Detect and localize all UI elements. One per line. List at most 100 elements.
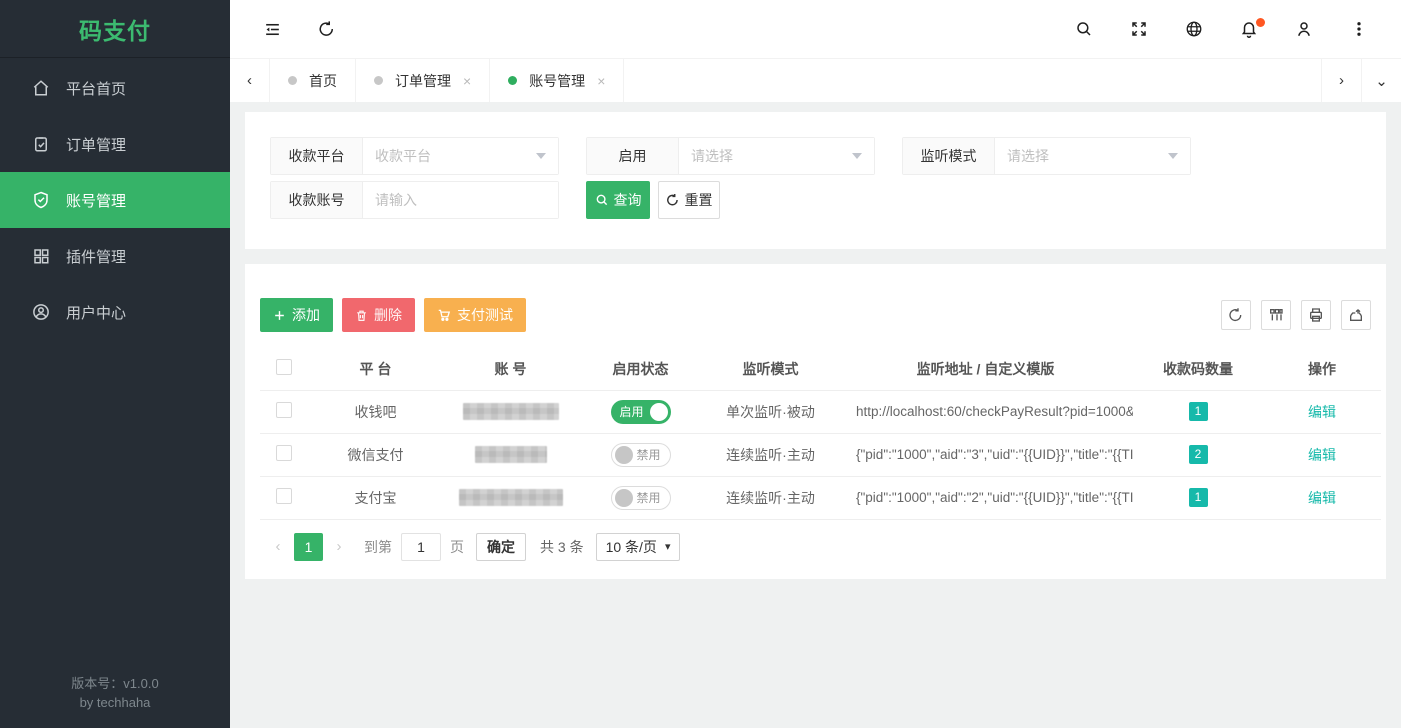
tabs-menu-chevron-icon[interactable]: ⌄ <box>1361 59 1401 102</box>
reset-button-label: 重置 <box>685 190 713 210</box>
status-toggle[interactable]: 启用 <box>611 400 671 424</box>
add-button[interactable]: 添加 <box>260 298 333 332</box>
cell-address: {"pid":"1000","aid":"3","uid":"{{UID}}",… <box>838 433 1133 476</box>
edit-link[interactable]: 编辑 <box>1308 404 1336 420</box>
order-clipboard-icon <box>32 135 50 153</box>
filter-platform-select[interactable]: 收款平台 <box>363 138 558 174</box>
sidebar-item-user-center[interactable]: 用户中心 <box>0 284 230 340</box>
tab-orders[interactable]: 订单管理 × <box>356 59 490 102</box>
sidebar-nav: 平台首页 订单管理 账号管理 插件管理 用户中心 <box>0 58 230 340</box>
main-area: ‹ 首页 订单管理 × 账号管理 × › ⌄ 收款平台 <box>230 0 1401 728</box>
status-toggle[interactable]: 禁用 <box>611 486 671 510</box>
globe-icon[interactable] <box>1174 9 1214 49</box>
filter-listen-mode-placeholder: 请选择 <box>1007 146 1049 166</box>
sidebar-item-label: 订单管理 <box>66 134 126 155</box>
tabs-scroll-left-icon[interactable]: ‹ <box>230 59 270 102</box>
filter-platform-label: 收款平台 <box>271 138 363 174</box>
add-button-label: 添加 <box>292 305 320 325</box>
row-checkbox[interactable] <box>276 488 292 504</box>
goto-page-input[interactable] <box>401 533 441 561</box>
goto-confirm-button[interactable]: 确定 <box>476 533 526 561</box>
filter-enabled-placeholder: 请选择 <box>691 146 733 166</box>
app-logo-text: 码支付 <box>79 12 151 46</box>
accounts-table: 平 台 账 号 启用状态 监听模式 监听地址 / 自定义模版 收款码数量 操作 … <box>260 348 1381 520</box>
chevron-down-icon <box>852 153 862 159</box>
status-toggle-label: 禁用 <box>636 489 660 506</box>
version-author: by techhaha <box>0 693 230 712</box>
cell-listen-mode: 连续监听·主动 <box>703 476 838 519</box>
tab-label: 订单管理 <box>395 71 451 91</box>
table-columns-icon[interactable] <box>1261 300 1291 330</box>
sidebar-item-orders[interactable]: 订单管理 <box>0 116 230 172</box>
table-refresh-icon[interactable] <box>1221 300 1251 330</box>
edit-link[interactable]: 编辑 <box>1308 447 1336 463</box>
search-icon[interactable] <box>1064 9 1104 49</box>
user-icon[interactable] <box>1284 9 1324 49</box>
delete-button-label: 删除 <box>374 305 402 325</box>
qr-count-badge: 1 <box>1189 402 1208 421</box>
filter-enabled-select[interactable]: 请选择 <box>679 138 874 174</box>
cell-platform: 支付宝 <box>308 476 443 519</box>
sidebar-item-plugins[interactable]: 插件管理 <box>0 228 230 284</box>
masked-account <box>459 489 563 506</box>
status-toggle-label: 启用 <box>620 403 644 420</box>
refresh-icon[interactable] <box>307 9 347 49</box>
cell-address: http://localhost:60/checkPayResult?pid=1… <box>838 390 1133 433</box>
plugin-grid-icon <box>32 247 50 265</box>
bell-icon[interactable] <box>1229 9 1269 49</box>
qr-count-badge: 2 <box>1189 445 1208 464</box>
sidebar-item-label: 用户中心 <box>66 302 126 323</box>
delete-button[interactable]: 删除 <box>342 298 415 332</box>
qr-count-badge: 1 <box>1189 488 1208 507</box>
tab-dot <box>288 76 297 85</box>
tab-dot <box>374 76 383 85</box>
app-logo: 码支付 <box>0 0 230 58</box>
row-checkbox[interactable] <box>276 445 292 461</box>
select-all-checkbox[interactable] <box>276 359 292 375</box>
sidebar-item-label: 平台首页 <box>66 78 126 99</box>
row-checkbox[interactable] <box>276 402 292 418</box>
pay-test-button[interactable]: 支付测试 <box>424 298 526 332</box>
filter-listen-mode-select[interactable]: 请选择 <box>995 138 1190 174</box>
edit-link[interactable]: 编辑 <box>1308 490 1336 506</box>
page-size-select[interactable]: 10 条/页 ▾ <box>596 533 681 561</box>
filter-platform: 收款平台 收款平台 <box>270 137 559 175</box>
print-icon[interactable] <box>1301 300 1331 330</box>
current-page-button[interactable]: 1 <box>294 533 323 561</box>
collapse-sidebar-icon[interactable] <box>252 9 292 49</box>
fullscreen-icon[interactable] <box>1119 9 1159 49</box>
more-kebab-icon[interactable] <box>1339 9 1379 49</box>
tab-close-icon[interactable]: × <box>597 73 605 89</box>
sidebar-item-platform-home[interactable]: 平台首页 <box>0 60 230 116</box>
next-page-icon[interactable]: › <box>326 538 352 555</box>
export-icon[interactable] <box>1341 300 1371 330</box>
masked-account <box>463 403 559 420</box>
tab-accounts[interactable]: 账号管理 × <box>490 59 624 102</box>
reset-button[interactable]: 重置 <box>658 181 720 219</box>
chevron-down-icon <box>1168 153 1178 159</box>
status-toggle[interactable]: 禁用 <box>611 443 671 467</box>
pay-test-button-label: 支付测试 <box>457 305 513 325</box>
page-size-value: 10 条/页 <box>606 537 657 557</box>
table-row: 收钱吧 启用 单次监听·被动 http://localhost:60/check… <box>260 390 1381 433</box>
filter-platform-placeholder: 收款平台 <box>375 146 431 166</box>
tab-label: 账号管理 <box>529 71 585 91</box>
version-info: 版本号：v1.0.0 by techhaha <box>0 674 230 712</box>
table-header-row: 平 台 账 号 启用状态 监听模式 监听地址 / 自定义模版 收款码数量 操作 <box>260 348 1381 390</box>
header-actions: 操作 <box>1263 348 1381 390</box>
prev-page-icon[interactable]: ‹ <box>265 538 291 555</box>
tab-close-icon[interactable]: × <box>463 73 471 89</box>
header-right-icons <box>1049 9 1379 49</box>
masked-account <box>475 446 547 463</box>
sidebar-item-label: 插件管理 <box>66 246 126 267</box>
sidebar-item-accounts[interactable]: 账号管理 <box>0 172 230 228</box>
account-input-placeholder: 请输入 <box>375 190 417 210</box>
tab-dot <box>508 76 517 85</box>
table-toolbar: 添加 删除 支付测试 <box>260 298 1371 332</box>
tabs-scroll-right-icon[interactable]: › <box>1321 59 1361 102</box>
tab-home[interactable]: 首页 <box>270 59 356 102</box>
header-account: 账 号 <box>443 348 578 390</box>
account-input[interactable]: 请输入 <box>363 182 558 218</box>
filter-account-label: 收款账号 <box>271 182 363 218</box>
query-button[interactable]: 查询 <box>586 181 650 219</box>
